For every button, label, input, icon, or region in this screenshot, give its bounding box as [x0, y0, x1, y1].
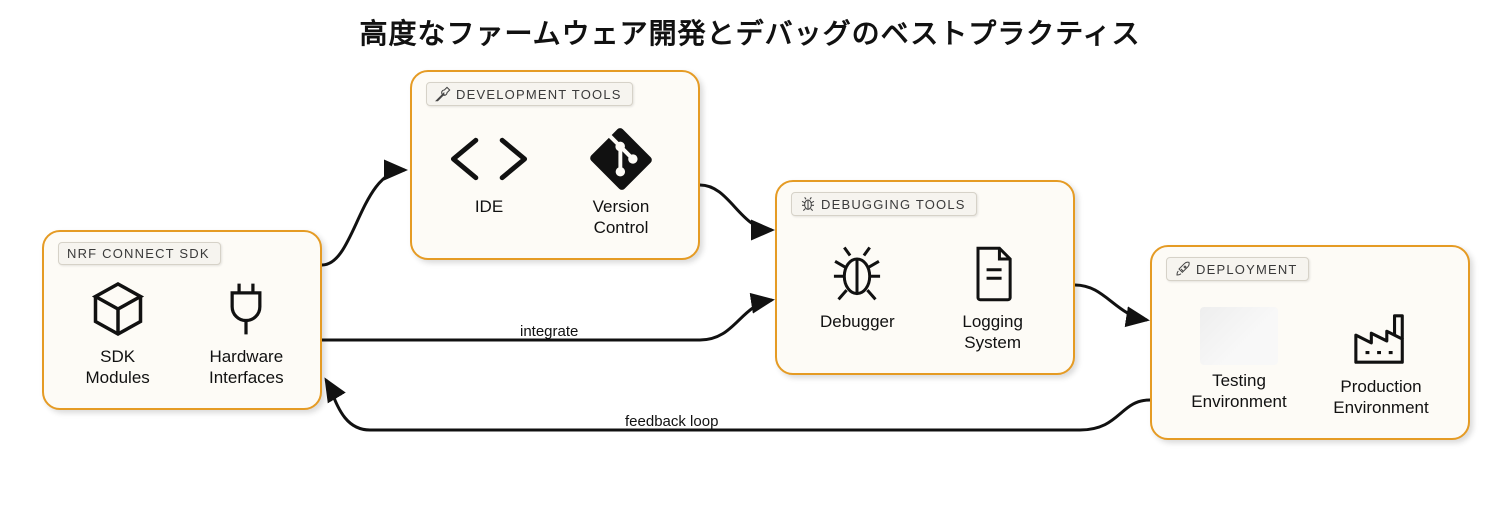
diagram-arrows — [0, 0, 1500, 519]
edge-label-integrate: integrate — [520, 323, 578, 340]
edge-label-feedback: feedback loop — [625, 413, 718, 430]
